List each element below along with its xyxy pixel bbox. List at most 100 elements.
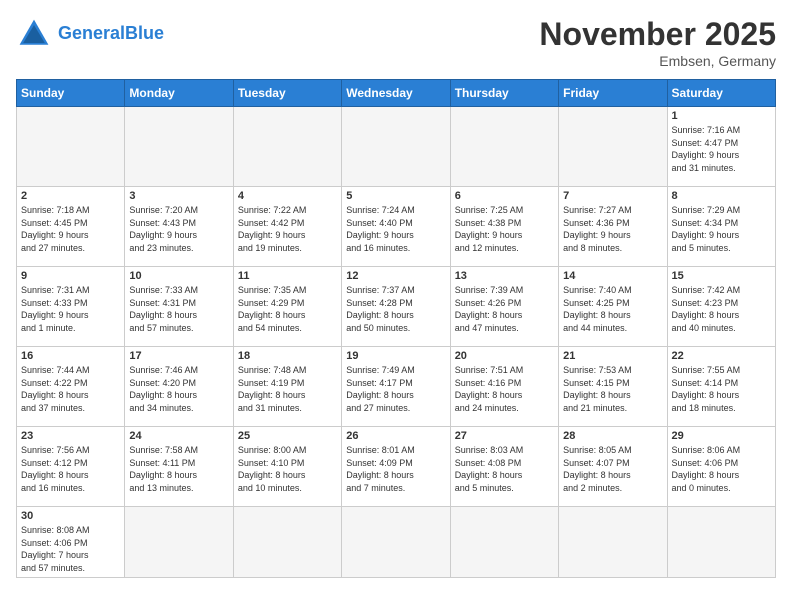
day-info: Sunrise: 7:16 AM Sunset: 4:47 PM Dayligh… [672,124,771,174]
day-number: 20 [455,350,554,362]
day-number: 30 [21,510,120,522]
day-number: 25 [238,430,337,442]
calendar-day-cell [233,507,341,578]
day-number: 5 [346,190,445,202]
day-number: 8 [672,190,771,202]
calendar-day-cell: 2 Sunrise: 7:18 AM Sunset: 4:45 PM Daylig… [17,187,125,267]
day-number: 27 [455,430,554,442]
logo: GeneralBlue [16,16,164,52]
calendar-day-cell [559,107,667,187]
calendar-day-cell: 14Sunrise: 7:40 AM Sunset: 4:25 PM Dayli… [559,267,667,347]
calendar-day-cell: 20 Sunrise: 7:51 AM Sunset: 4:16 PM Dayli… [450,347,558,427]
calendar-day-cell: 24Sunrise: 7:58 AM Sunset: 4:11 PM Dayli… [125,427,233,507]
day-info: Sunrise: 7:35 AM Sunset: 4:29 PM Dayligh… [238,284,337,334]
calendar-week-row: 30Sunrise: 8:08 AM Sunset: 4:06 PM Dayli… [17,507,776,578]
calendar-day-cell [342,507,450,578]
calendar-day-header: Thursday [450,80,558,107]
day-info: Sunrise: 7:55 AM Sunset: 4:14 PM Dayligh… [672,364,771,414]
calendar-day-cell: 30Sunrise: 8:08 AM Sunset: 4:06 PM Dayli… [17,507,125,578]
calendar-day-cell: 13 Sunrise: 7:39 AM Sunset: 4:26 PM Dayli… [450,267,558,347]
calendar-week-row: 2 Sunrise: 7:18 AM Sunset: 4:45 PM Daylig… [17,187,776,267]
day-info: Sunrise: 8:06 AM Sunset: 4:06 PM Dayligh… [672,444,771,494]
calendar-day-cell: 11 Sunrise: 7:35 AM Sunset: 4:29 PM Dayli… [233,267,341,347]
calendar-day-cell: 21 Sunrise: 7:53 AM Sunset: 4:15 PM Dayli… [559,347,667,427]
day-number: 3 [129,190,228,202]
day-number: 4 [238,190,337,202]
title-block: November 2025 Embsen, Germany [539,16,776,69]
calendar-day-cell: 15 Sunrise: 7:42 AM Sunset: 4:23 PM Dayli… [667,267,775,347]
calendar-week-row: 1 Sunrise: 7:16 AM Sunset: 4:47 PM Daylig… [17,107,776,187]
calendar-day-header: Sunday [17,80,125,107]
calendar-day-cell [667,507,775,578]
calendar-day-cell [559,507,667,578]
calendar-day-cell: 27 Sunrise: 8:03 AM Sunset: 4:08 PM Dayli… [450,427,558,507]
day-number: 15 [672,270,771,282]
day-number: 28 [563,430,662,442]
calendar-day-header: Monday [125,80,233,107]
day-info: Sunrise: 7:58 AM Sunset: 4:11 PM Dayligh… [129,444,228,494]
calendar-table: SundayMondayTuesdayWednesdayThursdayFrid… [16,79,776,578]
day-info: Sunrise: 7:20 AM Sunset: 4:43 PM Dayligh… [129,204,228,254]
day-info: Sunrise: 7:39 AM Sunset: 4:26 PM Dayligh… [455,284,554,334]
day-number: 13 [455,270,554,282]
calendar-day-cell: 16Sunrise: 7:44 AM Sunset: 4:22 PM Dayli… [17,347,125,427]
calendar-week-row: 16Sunrise: 7:44 AM Sunset: 4:22 PM Dayli… [17,347,776,427]
calendar-day-cell [342,107,450,187]
calendar-day-cell: 9 Sunrise: 7:31 AM Sunset: 4:33 PM Daylig… [17,267,125,347]
day-info: Sunrise: 7:56 AM Sunset: 4:12 PM Dayligh… [21,444,120,494]
day-number: 6 [455,190,554,202]
day-info: Sunrise: 7:18 AM Sunset: 4:45 PM Dayligh… [21,204,120,254]
day-number: 1 [672,110,771,122]
calendar-day-cell: 26 Sunrise: 8:01 AM Sunset: 4:09 PM Dayli… [342,427,450,507]
calendar-day-cell [17,107,125,187]
day-info: Sunrise: 8:05 AM Sunset: 4:07 PM Dayligh… [563,444,662,494]
day-number: 9 [21,270,120,282]
calendar-week-row: 23 Sunrise: 7:56 AM Sunset: 4:12 PM Dayli… [17,427,776,507]
day-number: 21 [563,350,662,362]
logo-blue: Blue [125,23,164,43]
calendar-day-cell: 10 Sunrise: 7:33 AM Sunset: 4:31 PM Dayli… [125,267,233,347]
day-info: Sunrise: 7:31 AM Sunset: 4:33 PM Dayligh… [21,284,120,334]
day-info: Sunrise: 7:27 AM Sunset: 4:36 PM Dayligh… [563,204,662,254]
day-number: 2 [21,190,120,202]
calendar-day-cell: 28 Sunrise: 8:05 AM Sunset: 4:07 PM Dayli… [559,427,667,507]
logo-icon [16,16,52,52]
day-info: Sunrise: 7:40 AM Sunset: 4:25 PM Dayligh… [563,284,662,334]
day-info: Sunrise: 7:22 AM Sunset: 4:42 PM Dayligh… [238,204,337,254]
calendar-day-cell: 4 Sunrise: 7:22 AM Sunset: 4:42 PM Daylig… [233,187,341,267]
calendar-day-cell: 1 Sunrise: 7:16 AM Sunset: 4:47 PM Daylig… [667,107,775,187]
calendar-day-cell: 25Sunrise: 8:00 AM Sunset: 4:10 PM Dayli… [233,427,341,507]
logo-text: GeneralBlue [58,24,164,44]
day-info: Sunrise: 7:51 AM Sunset: 4:16 PM Dayligh… [455,364,554,414]
calendar-day-header: Friday [559,80,667,107]
day-info: Sunrise: 7:53 AM Sunset: 4:15 PM Dayligh… [563,364,662,414]
calendar-header-row: SundayMondayTuesdayWednesdayThursdayFrid… [17,80,776,107]
day-number: 10 [129,270,228,282]
day-number: 22 [672,350,771,362]
calendar-day-cell: 7Sunrise: 7:27 AM Sunset: 4:36 PM Daylig… [559,187,667,267]
day-number: 26 [346,430,445,442]
day-info: Sunrise: 8:03 AM Sunset: 4:08 PM Dayligh… [455,444,554,494]
calendar-day-cell: 12Sunrise: 7:37 AM Sunset: 4:28 PM Dayli… [342,267,450,347]
day-info: Sunrise: 7:29 AM Sunset: 4:34 PM Dayligh… [672,204,771,254]
day-info: Sunrise: 8:01 AM Sunset: 4:09 PM Dayligh… [346,444,445,494]
day-number: 23 [21,430,120,442]
calendar-day-cell: 29 Sunrise: 8:06 AM Sunset: 4:06 PM Dayli… [667,427,775,507]
day-info: Sunrise: 7:37 AM Sunset: 4:28 PM Dayligh… [346,284,445,334]
calendar-day-cell: 22 Sunrise: 7:55 AM Sunset: 4:14 PM Dayli… [667,347,775,427]
day-info: Sunrise: 7:42 AM Sunset: 4:23 PM Dayligh… [672,284,771,334]
day-info: Sunrise: 7:33 AM Sunset: 4:31 PM Dayligh… [129,284,228,334]
calendar-day-header: Tuesday [233,80,341,107]
month-title: November 2025 [539,16,776,53]
day-number: 19 [346,350,445,362]
day-info: Sunrise: 7:48 AM Sunset: 4:19 PM Dayligh… [238,364,337,414]
calendar-day-cell: 19 Sunrise: 7:49 AM Sunset: 4:17 PM Dayli… [342,347,450,427]
calendar-week-row: 9 Sunrise: 7:31 AM Sunset: 4:33 PM Daylig… [17,267,776,347]
calendar-day-cell: 8 Sunrise: 7:29 AM Sunset: 4:34 PM Daylig… [667,187,775,267]
day-number: 29 [672,430,771,442]
day-number: 16 [21,350,120,362]
day-number: 11 [238,270,337,282]
day-info: Sunrise: 7:24 AM Sunset: 4:40 PM Dayligh… [346,204,445,254]
day-info: Sunrise: 7:49 AM Sunset: 4:17 PM Dayligh… [346,364,445,414]
calendar-day-cell [450,507,558,578]
